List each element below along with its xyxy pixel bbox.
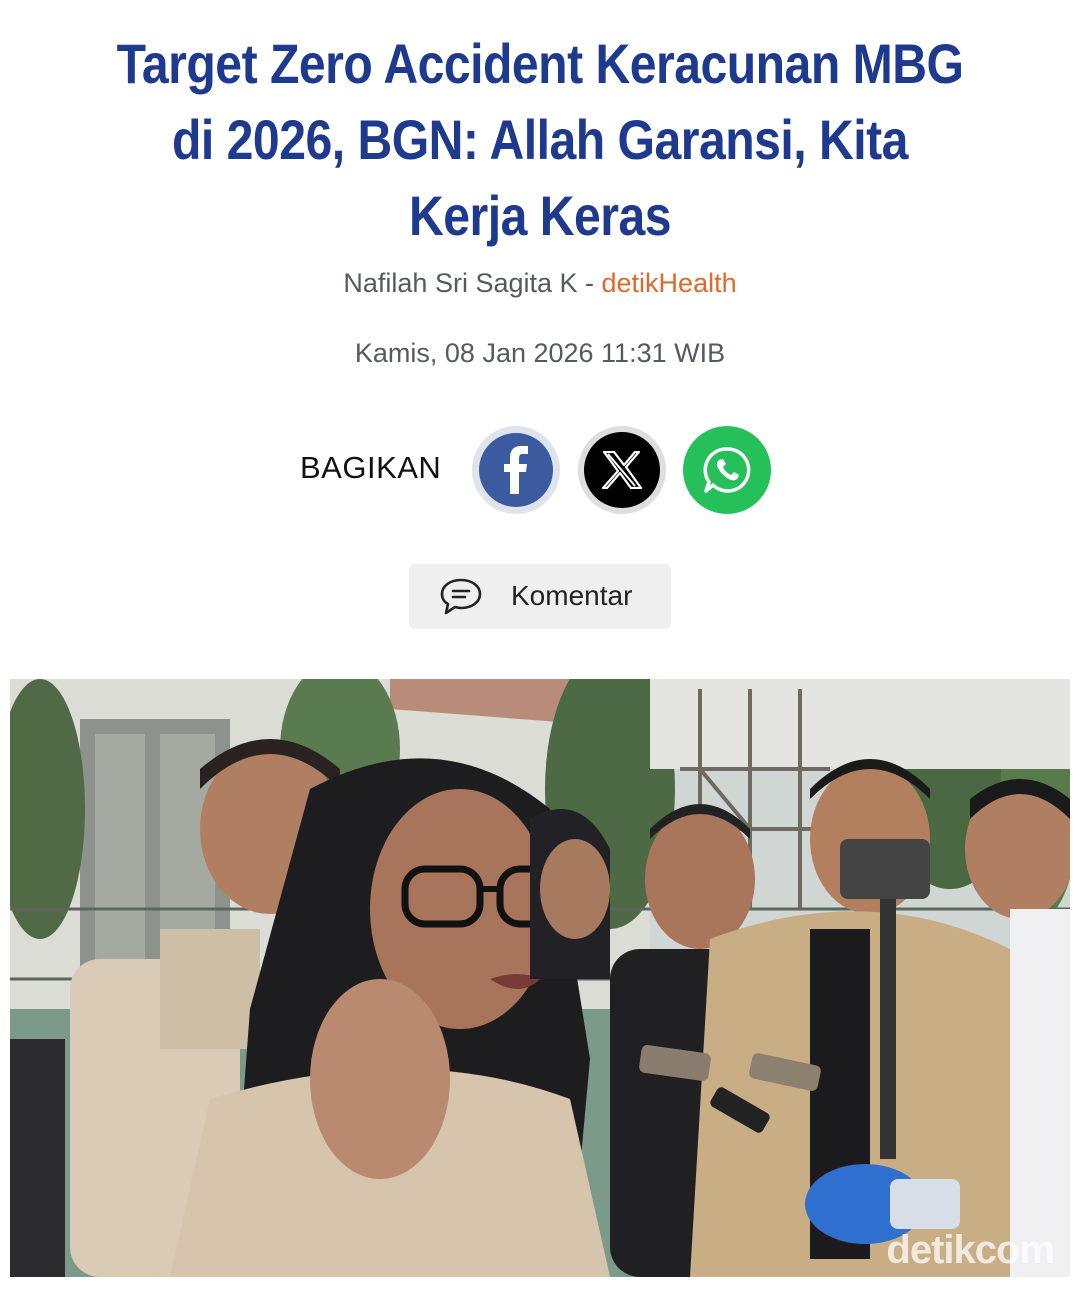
- share-whatsapp-button[interactable]: [683, 426, 771, 514]
- share-label: BAGIKAN: [300, 450, 442, 485]
- comment-label: Komentar: [511, 580, 633, 611]
- byline-separator: -: [577, 268, 602, 298]
- comment-bubble-icon: [440, 578, 482, 615]
- share-x-button[interactable]: [578, 426, 666, 514]
- facebook-icon: [504, 446, 528, 494]
- share-row: BAGIKAN: [300, 424, 780, 514]
- article-photo[interactable]: detikcom: [10, 679, 1070, 1277]
- publish-date: Kamis, 08 Jan 2026 11:31 WIB: [354, 338, 726, 368]
- share-facebook-button[interactable]: [472, 426, 560, 514]
- author-name[interactable]: Nafilah Sri Sagita K: [343, 268, 577, 298]
- source-link[interactable]: detikHealth: [602, 268, 737, 298]
- x-icon: [602, 451, 642, 489]
- whatsapp-icon: [703, 447, 751, 493]
- photo-watermark: detikcom: [886, 1228, 1055, 1272]
- article-headline: Target Zero Accident Keracunan MBG di 20…: [116, 32, 964, 247]
- byline: Nafilah Sri Sagita K - detikHealth: [0, 268, 1080, 299]
- comment-button[interactable]: Komentar: [409, 564, 671, 629]
